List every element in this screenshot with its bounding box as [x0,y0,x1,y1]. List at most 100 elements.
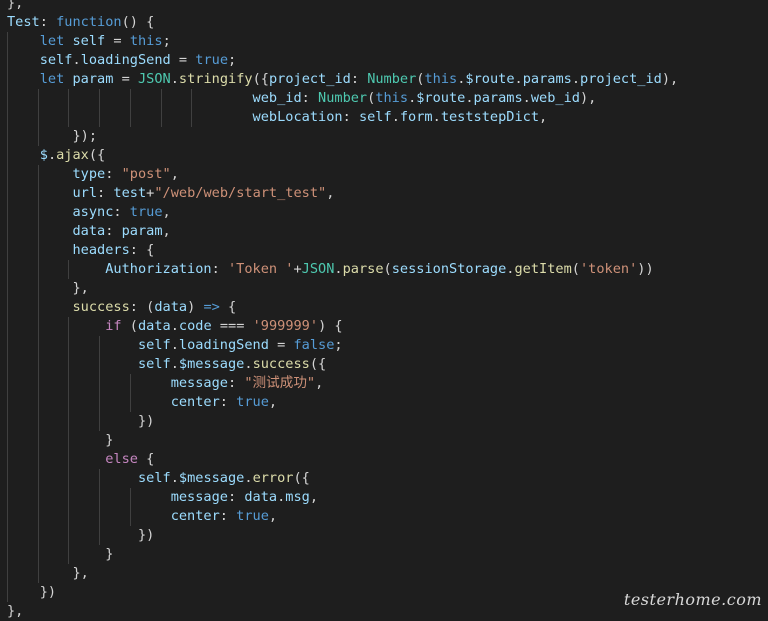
code-token: teststepDict [440,109,540,125]
code-token: JSON [137,71,171,87]
code-token: message [170,489,228,505]
code-token: project_id [580,71,662,87]
code-token: params [473,90,523,106]
code-line: web_id: Number(this.$route.params.web_id… [7,89,597,108]
code-token: { [137,451,155,467]
code-token: param [72,71,114,87]
code-token: : [211,261,228,277]
code-token: ), [579,90,597,106]
code-line: } [7,431,113,450]
code-token: ), [661,71,679,87]
code-token: = [170,52,196,68]
code-token: . [514,71,523,87]
code-token: async [72,204,114,220]
code-token: : [350,71,368,87]
code-token: , [162,204,171,220]
code-line: }) [7,412,154,431]
code-token: () { [121,14,155,30]
code-token: "/web/web/start_test" [154,185,327,201]
code-token: ({ [293,470,310,486]
code-token: $ [39,147,48,163]
code-token: : [227,489,245,505]
code-token: . [170,470,179,486]
code-token: self [137,337,171,353]
code-token: } [105,546,114,562]
code-token: false [293,337,335,353]
code-token: let [39,33,65,49]
code-token: }) [137,413,155,429]
code-editor[interactable]: }, Test: function() { let self = this; se… [0,0,768,619]
code-token: : [227,375,245,391]
code-line: message: data.msg, [7,488,318,507]
code-line: success: (data) => { [7,298,236,317]
code-token: : [97,185,114,201]
code-token: "post" [121,166,171,182]
code-line: $.ajax({ [7,146,106,165]
code-token: . [244,356,253,372]
code-token: , [162,223,171,239]
code-token: }, [72,565,89,581]
code-token: Test [7,14,40,30]
code-token: . [571,71,581,87]
code-line: self.$message.error({ [7,469,310,488]
code-line: }); [7,127,97,146]
code-token: true [129,204,163,220]
code-token: . [244,470,253,486]
code-token: ( [571,261,580,277]
code-token: data [154,299,188,315]
code-token: center [170,508,220,524]
code-token: test [113,185,147,201]
code-token: : [342,109,359,125]
code-token: let [39,71,65,87]
code-token: function [56,14,122,30]
code-token: self [39,52,73,68]
code-line: type: "post", [7,165,179,184]
code-token: { [219,299,237,315]
code-token: . [465,90,474,106]
code-line: }, [7,279,88,298]
code-token: . [522,90,531,106]
code-token: true [195,52,229,68]
code-token: else [105,451,138,467]
code-line: Test: function() { [7,13,154,32]
code-line: url: test+"/web/web/start_test", [7,184,334,203]
code-token: . [72,52,81,68]
code-line: data: param, [7,222,171,241]
code-token: : [39,14,57,30]
code-token: = [105,33,130,49]
code-token: data [72,223,106,239]
code-line: center: true, [7,507,277,526]
code-token: url [72,185,98,201]
code-token: '999999' [252,318,319,334]
code-token: . [170,337,179,353]
code-token: }, [7,0,24,11]
code-line: center: true, [7,393,277,412]
code-token: ({ [88,147,106,163]
code-token: $message [178,356,245,372]
code-token: ) { [318,318,343,334]
code-token: , [170,166,179,182]
code-token: , [539,109,548,125]
code-token: ({ [309,356,327,372]
code-token: this [424,71,458,87]
code-token: $route [416,90,466,106]
